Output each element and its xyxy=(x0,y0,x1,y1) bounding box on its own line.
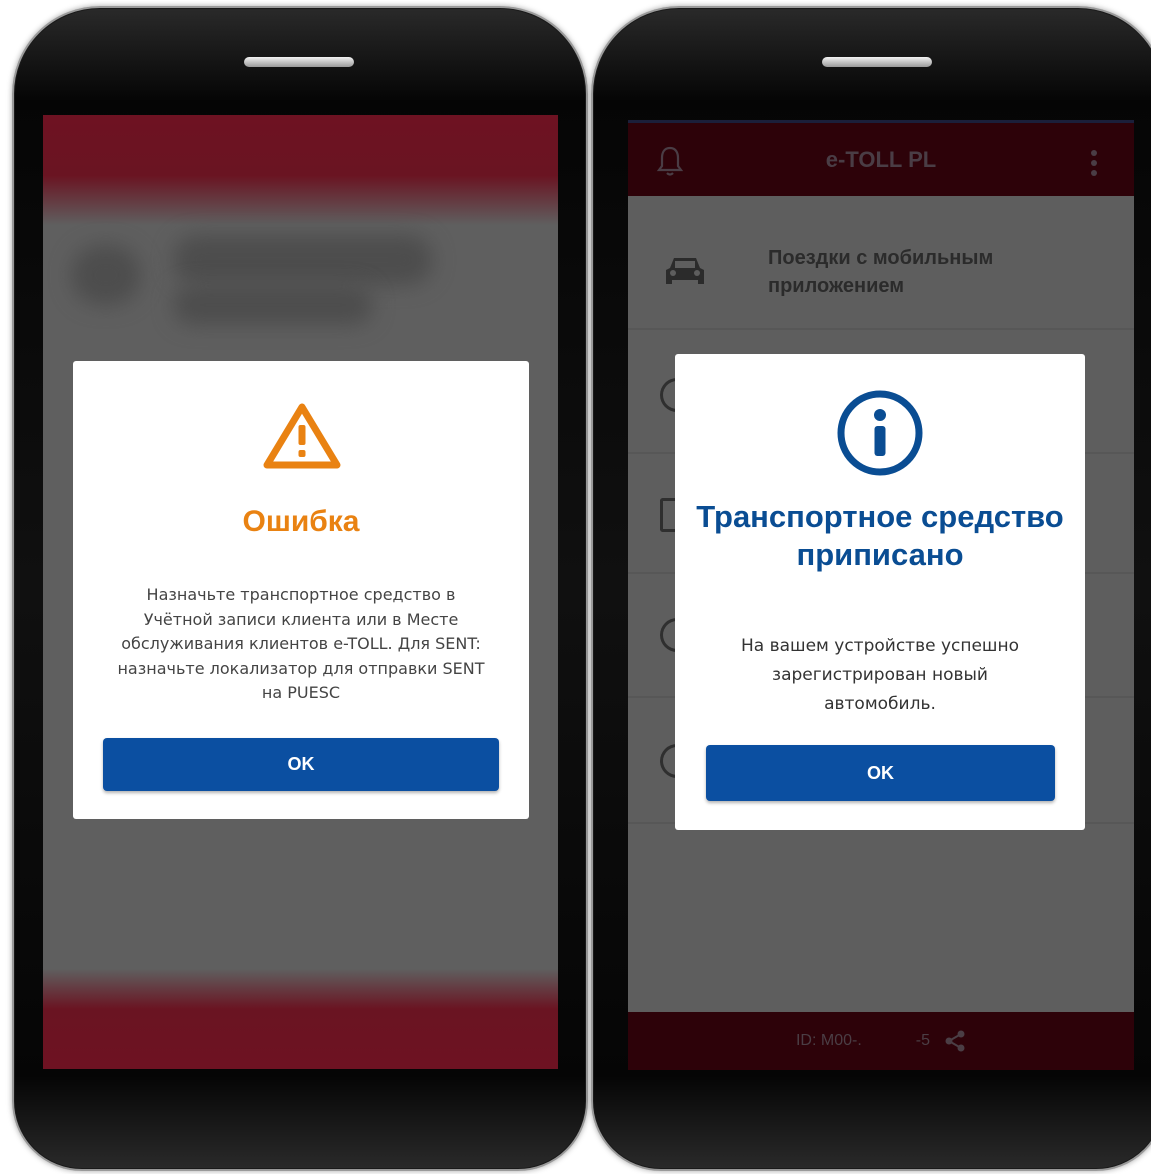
speaker-grille xyxy=(244,57,354,67)
app-title: e-TOLL PL xyxy=(825,146,937,172)
dialog-title: Ошибка xyxy=(242,505,360,538)
share-icon[interactable] xyxy=(944,1030,966,1052)
blurred-text xyxy=(173,235,433,285)
speaker-grille xyxy=(822,57,932,67)
blurred-icon xyxy=(71,245,141,305)
menu-item-trips[interactable]: Поездки с мобильным приложением xyxy=(628,196,1134,330)
info-dialog: Транспортное средство приписано На вашем… xyxy=(675,354,1085,830)
warning-triangle-icon xyxy=(263,403,341,469)
bottom-bar: ID: M00-. -5 xyxy=(628,1012,1134,1070)
blurred-text xyxy=(173,285,373,325)
error-dialog: Ошибка Назначьте транспортное средство в… xyxy=(73,361,529,819)
blurred-app-footer xyxy=(43,969,558,1069)
app-bar: e-TOLL PL xyxy=(628,120,1134,196)
ok-button[interactable]: OK xyxy=(706,745,1055,801)
ok-button[interactable]: OK xyxy=(103,738,499,791)
more-vertical-icon[interactable] xyxy=(1090,149,1098,177)
bell-icon[interactable] xyxy=(656,145,684,177)
dialog-message: На вашем устройстве успешно зарегистриро… xyxy=(740,636,1020,714)
menu-item-label: Поездки с мобильным приложением xyxy=(768,247,994,297)
info-circle-icon xyxy=(837,390,923,476)
device-id: ID: M00-. xyxy=(795,1032,862,1049)
car-icon xyxy=(666,258,704,284)
blurred-app-header xyxy=(43,115,558,225)
id-suffix: -5 xyxy=(915,1032,931,1049)
dialog-message: Назначьте транспортное средство в Учётно… xyxy=(117,585,485,702)
dialog-title: Транспортное средство приписано xyxy=(696,499,1064,572)
